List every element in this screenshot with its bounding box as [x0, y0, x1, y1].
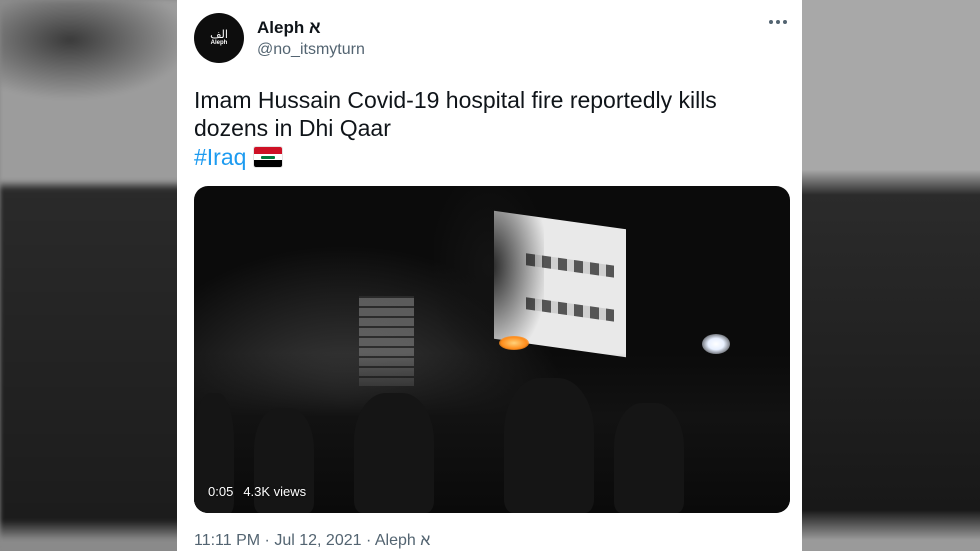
more-options-icon[interactable]	[766, 12, 790, 32]
display-name[interactable]: Aleph א	[257, 18, 321, 38]
video-player[interactable]: 0:05 4.3K views	[194, 186, 790, 513]
more-dot	[776, 20, 780, 24]
more-dot	[783, 20, 787, 24]
screenshot-stage: الف Aleph Aleph א @no_itsmyturn Imam Hus…	[0, 0, 980, 551]
hashtag-link[interactable]: #Iraq	[194, 143, 246, 171]
video-duration: 0:05	[208, 484, 234, 499]
tweet-timestamp[interactable]: 11:11 PM · Jul 12, 2021 · Aleph א	[194, 532, 430, 550]
blurred-backdrop-right	[800, 0, 980, 551]
iraq-flag-icon	[254, 147, 283, 167]
tweet-card: الف Aleph Aleph א @no_itsmyturn Imam Hus…	[177, 0, 802, 551]
crowd-figure	[614, 403, 684, 513]
hashtag-line: #Iraq	[194, 143, 283, 171]
user-handle[interactable]: @no_itsmyturn	[257, 41, 365, 59]
avatar-sub: Aleph	[210, 40, 228, 46]
fire-glow	[499, 336, 529, 350]
video-meta: 0:05 4.3K views	[208, 484, 306, 499]
avatar-mark: الف	[210, 28, 228, 41]
video-frame	[194, 186, 790, 513]
crowd-figure	[354, 393, 434, 513]
avatar[interactable]: الف Aleph	[194, 13, 244, 63]
crowd-figure	[504, 378, 594, 513]
bright-light	[702, 334, 730, 354]
tweet-text: Imam Hussain Covid-19 hospital fire repo…	[194, 87, 717, 141]
video-views: 4.3K views	[243, 484, 307, 499]
more-dot	[769, 20, 773, 24]
